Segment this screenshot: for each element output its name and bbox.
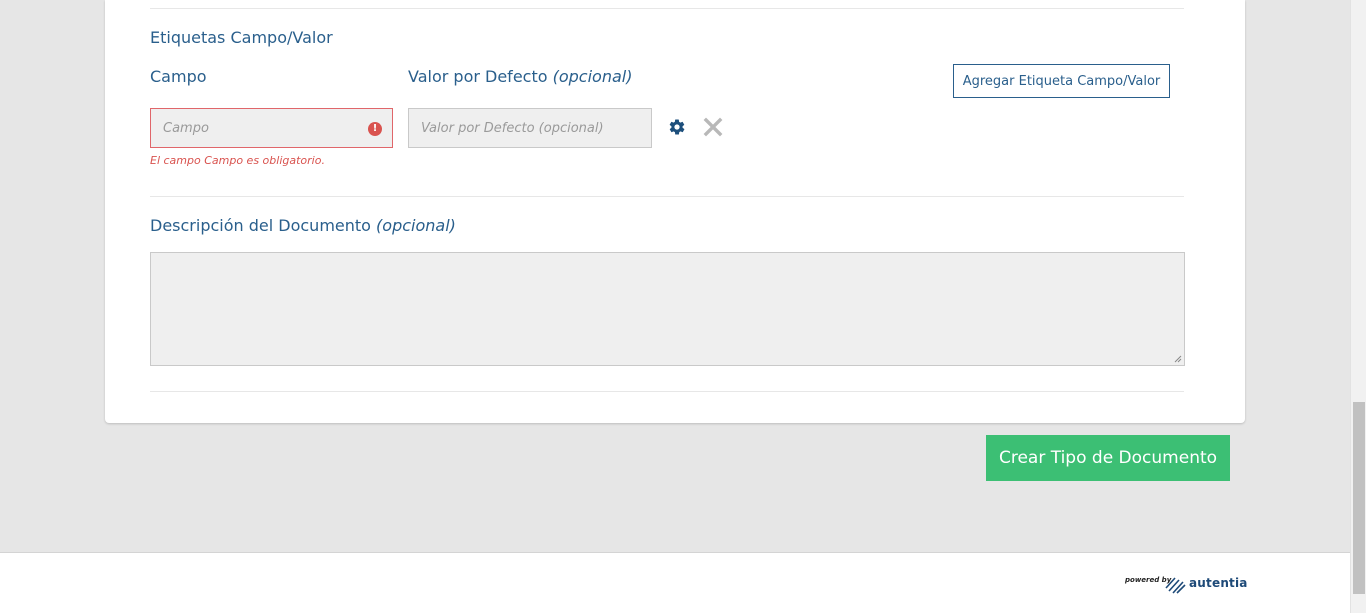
scrollbar-thumb[interactable] [1353, 402, 1365, 594]
description-label-text: Descripción del Documento [150, 216, 371, 235]
default-value-label-text: Valor por Defecto [408, 67, 548, 86]
resize-handle-icon[interactable] [1174, 355, 1182, 363]
close-icon[interactable] [703, 117, 723, 137]
description-wrapper [150, 252, 1185, 366]
divider [150, 391, 1184, 392]
optional-hint: (opcional) [376, 216, 456, 235]
field-input-wrapper: ! [150, 108, 393, 148]
section-title: Etiquetas Campo/Valor [150, 28, 333, 47]
gear-icon[interactable] [668, 118, 686, 136]
divider [150, 8, 1184, 9]
field-input[interactable] [151, 109, 392, 147]
vertical-scrollbar[interactable] [1350, 0, 1366, 613]
error-message: El campo Campo es obligatorio. [150, 154, 325, 167]
error-icon: ! [368, 122, 382, 136]
field-label: Campo [150, 67, 207, 86]
add-tag-button[interactable]: Agregar Etiqueta Campo/Valor [953, 64, 1170, 98]
divider [150, 196, 1184, 197]
default-value-input[interactable] [409, 109, 651, 147]
brand-name: autentia [1189, 576, 1248, 590]
create-document-type-button[interactable]: Crear Tipo de Documento [986, 435, 1230, 481]
description-label: Descripción del Documento (opcional) [150, 216, 456, 235]
default-value-wrapper [408, 108, 652, 148]
optional-hint: (opcional) [552, 67, 633, 86]
description-textarea[interactable] [151, 253, 1184, 365]
autentia-logo-icon [1165, 577, 1186, 594]
default-value-label: Valor por Defecto (opcional) [408, 67, 632, 86]
